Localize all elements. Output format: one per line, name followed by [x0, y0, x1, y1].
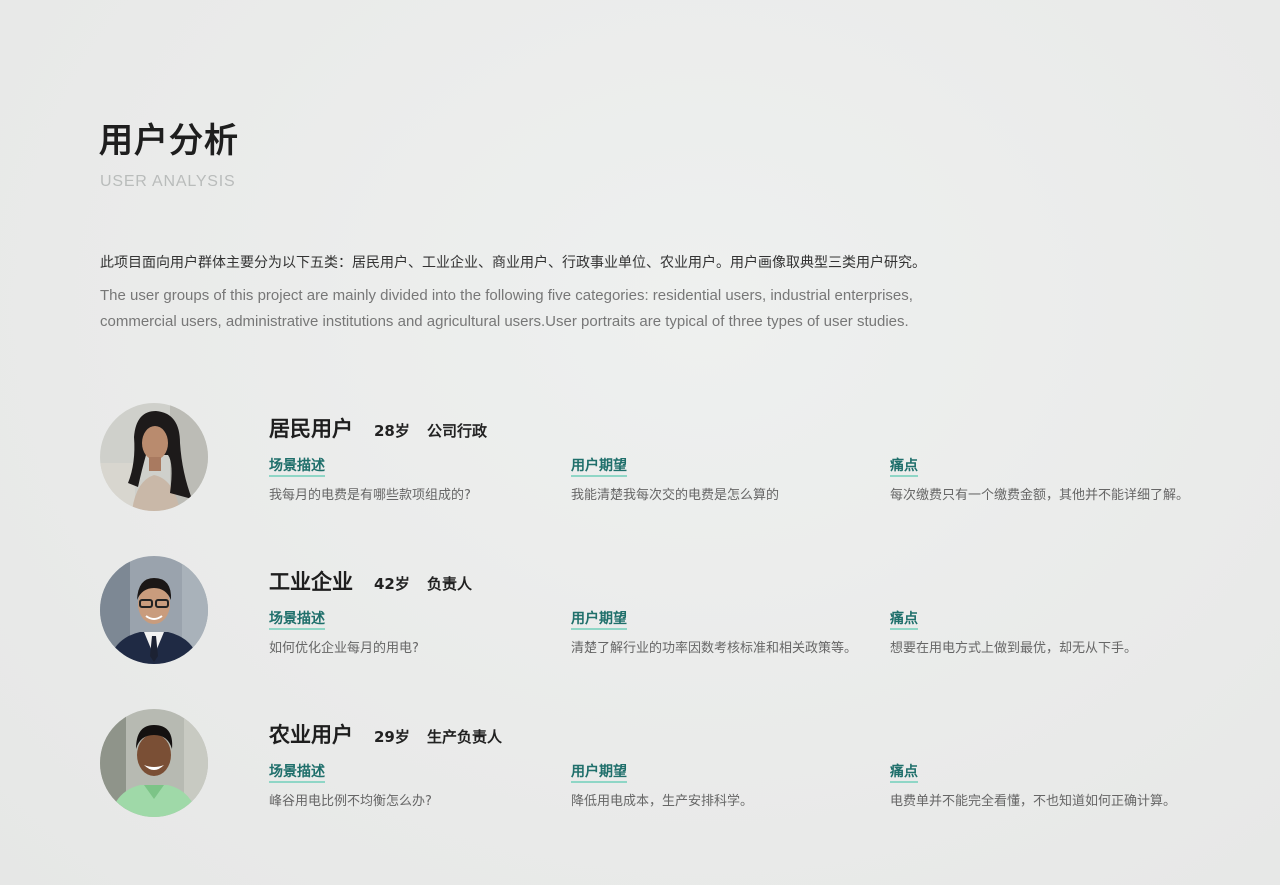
pain-point-heading: 痛点	[890, 763, 918, 783]
pain-point-text: 想要在用电方式上做到最优，却无从下手。	[890, 641, 1138, 656]
user-role: 生产负责人	[427, 728, 503, 746]
pain-point-text: 电费单并不能完全看懂，不也知道如何正确计算。	[890, 794, 1177, 809]
scene-heading: 场景描述	[269, 457, 325, 477]
pain-point-heading: 痛点	[890, 457, 918, 477]
pain-point-text: 每次缴费只有一个缴费金额，其他并不能详细了解。	[890, 488, 1190, 503]
scene-text: 我每月的电费是有哪些款项组成的?	[269, 488, 471, 503]
avatar-agricultural-user	[100, 709, 208, 817]
expectation-heading: 用户期望	[571, 763, 627, 783]
user-name: 工业企业	[269, 570, 353, 594]
user-role: 负责人	[427, 575, 473, 593]
user-card-industrial: 工业企业 42岁 负责人 场景描述 用户期望 痛点 如何优化企业每月的用电? 清…	[0, 556, 1280, 666]
page-title: 用户分析	[99, 121, 239, 161]
user-age: 28岁	[374, 422, 410, 440]
expectation-heading: 用户期望	[571, 457, 627, 477]
user-card-agricultural: 农业用户 29岁 生产负责人 场景描述 用户期望 痛点 峰谷用电比例不均衡怎么办…	[0, 709, 1280, 819]
avatar-residential-user	[100, 403, 208, 511]
scene-text: 如何优化企业每月的用电?	[269, 641, 419, 656]
expectation-text: 清楚了解行业的功率因数考核标准和相关政策等。	[571, 641, 858, 656]
expectation-text: 我能清楚我每次交的电费是怎么算的	[571, 488, 780, 503]
user-age: 29岁	[374, 728, 410, 746]
scene-heading: 场景描述	[269, 763, 325, 783]
user-name: 农业用户	[269, 723, 353, 747]
avatar-industrial-user	[100, 556, 208, 664]
expectation-heading: 用户期望	[571, 610, 627, 630]
intro-text-cn: 此项目面向用户群体主要分为以下五类：居民用户、工业企业、商业用户、行政事业单位、…	[100, 255, 926, 271]
user-card-residential: 居民用户 28岁 公司行政 场景描述 用户期望 痛点 我每月的电费是有哪些款项组…	[0, 403, 1280, 513]
pain-point-heading: 痛点	[890, 610, 918, 630]
intro-text-en: The user groups of this project are main…	[100, 287, 913, 330]
expectation-text: 降低用电成本，生产安排科学。	[571, 794, 754, 809]
scene-text: 峰谷用电比例不均衡怎么办?	[269, 794, 432, 809]
user-role: 公司行政	[427, 422, 488, 440]
page-subtitle: USER ANALYSIS	[100, 173, 236, 190]
user-name: 居民用户	[269, 417, 353, 441]
user-age: 42岁	[374, 575, 410, 593]
scene-heading: 场景描述	[269, 610, 325, 630]
